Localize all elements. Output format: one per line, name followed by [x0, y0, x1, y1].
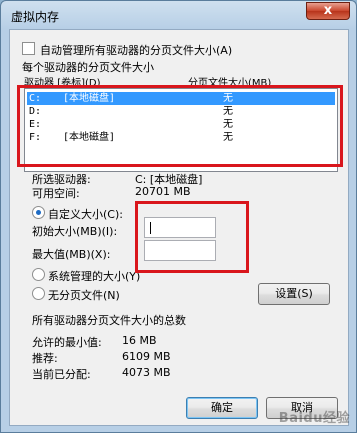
title-bar: 虚拟内存 x: [1, 1, 356, 29]
no-paging-file-label[interactable]: 无分页文件(N): [48, 287, 120, 303]
ok-button[interactable]: 确定: [186, 397, 258, 419]
currently-allocated-value: 4073 MB: [122, 366, 171, 379]
auto-manage-label[interactable]: 自动管理所有驱动器的分页文件大小(A): [40, 42, 232, 58]
custom-size-label[interactable]: 自定义大小(C):: [48, 206, 123, 222]
min-allowed-value: 16 MB: [122, 334, 157, 347]
recommended-value: 6109 MB: [122, 350, 171, 363]
custom-size-radio[interactable]: [32, 206, 45, 219]
per-drive-group-title: 每个驱动器的分页文件大小: [22, 61, 154, 74]
free-space-label: 可用空间:: [32, 187, 80, 200]
watermark: Baidu经验: [278, 411, 350, 426]
max-size-label: 最大值(MB)(X):: [32, 248, 111, 261]
window-title: 虚拟内存: [11, 10, 60, 24]
highlight-box-drive-list: [17, 85, 343, 167]
set-button[interactable]: 设置(S): [258, 283, 330, 305]
currently-allocated-label: 当前已分配:: [32, 368, 91, 381]
virtual-memory-dialog: 虚拟内存 x 自动管理所有驱动器的分页文件大小(A) 每个驱动器的分页文件大小 …: [0, 0, 357, 433]
initial-size-label: 初始大小(MB)(I):: [32, 225, 118, 238]
system-managed-label[interactable]: 系统管理的大小(Y): [48, 268, 140, 284]
min-allowed-label: 允许的最小值:: [32, 336, 102, 349]
system-managed-radio[interactable]: [32, 268, 45, 281]
recommended-label: 推荐:: [32, 352, 58, 365]
auto-manage-checkbox[interactable]: [22, 42, 35, 55]
free-space-value: 20701 MB: [135, 185, 191, 198]
close-button[interactable]: x: [306, 2, 350, 20]
totals-group-title: 所有驱动器分页文件大小的总数: [32, 314, 186, 327]
highlight-box-size-inputs: [135, 201, 249, 273]
no-paging-file-radio[interactable]: [32, 287, 45, 300]
